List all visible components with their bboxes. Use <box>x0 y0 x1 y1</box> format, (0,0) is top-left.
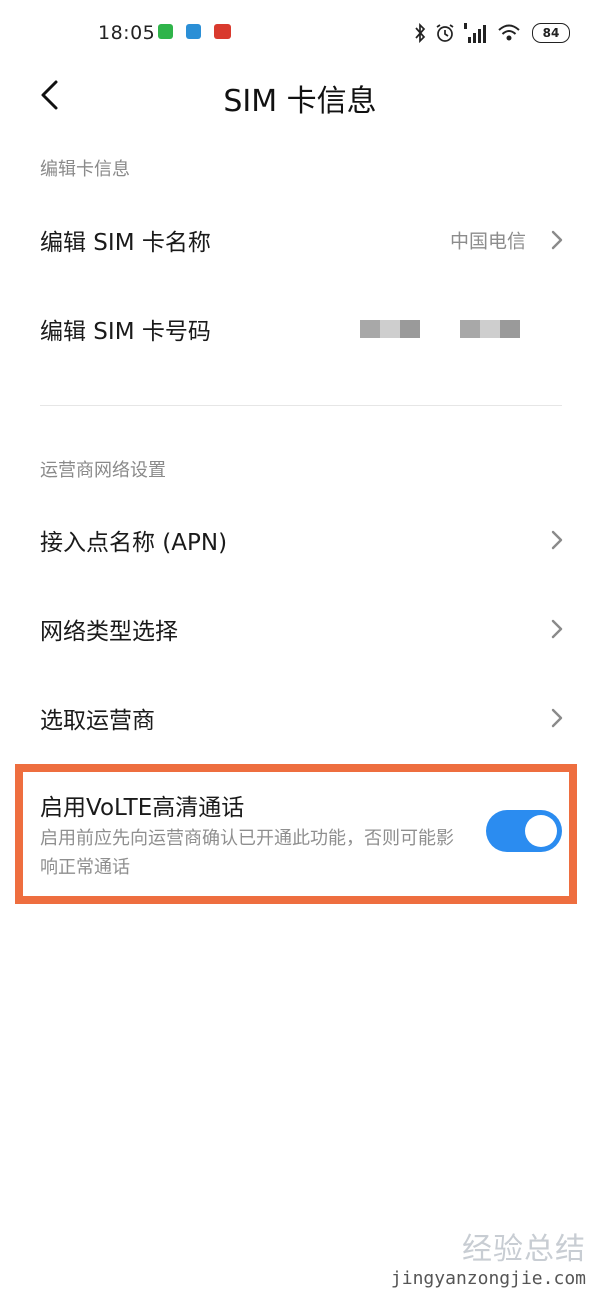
notification-app-icon <box>186 24 201 39</box>
select-operator-label: 选取运营商 <box>40 708 155 734</box>
volte-description: 启用前应先向运营商确认已开通此功能，否则可能影响正常通话 <box>40 828 454 878</box>
network-type-row[interactable]: 网络类型选择 <box>0 585 600 673</box>
section-header-network: 运营商网络设置 <box>40 460 166 481</box>
redacted-number-block <box>460 320 520 338</box>
select-operator-row[interactable]: 选取运营商 <box>0 674 600 762</box>
edit-sim-number-row[interactable]: 编辑 SIM 卡号码 <box>0 285 600 373</box>
edit-sim-name-row[interactable]: 编辑 SIM 卡名称 中国电信 <box>0 196 600 284</box>
apn-label: 接入点名称 (APN) <box>40 530 228 556</box>
signal-icon <box>464 23 486 43</box>
status-icons: 84 <box>414 20 570 46</box>
redacted-number-block <box>360 320 420 338</box>
volte-row[interactable]: 启用VoLTE高清通话 启用前应先向运营商确认已开通此功能，否则可能影响正常通话 <box>0 774 600 884</box>
edit-sim-number-label: 编辑 SIM 卡号码 <box>40 319 211 345</box>
apn-row[interactable]: 接入点名称 (APN) <box>0 496 600 584</box>
watermark-main: 经验总结 <box>462 1232 586 1267</box>
network-type-label: 网络类型选择 <box>40 619 178 645</box>
toggle-knob <box>525 815 557 847</box>
status-bar: 18:05 84 <box>0 0 600 64</box>
chevron-right-icon <box>551 530 563 550</box>
notification-app-icon <box>158 24 173 39</box>
chevron-right-icon <box>551 708 563 728</box>
sim-name-value: 中国电信 <box>449 230 526 253</box>
volte-title: 启用VoLTE高清通话 <box>40 795 245 821</box>
watermark-sub: jingyanzongjie.com <box>390 1268 586 1289</box>
chevron-right-icon <box>551 619 563 639</box>
battery-indicator: 84 <box>532 23 570 43</box>
status-time: 18:05 <box>98 22 156 44</box>
edit-sim-name-label: 编辑 SIM 卡名称 <box>40 230 211 256</box>
alarm-icon <box>436 24 454 42</box>
watermark: 经验总结 jingyanzongjie.com <box>391 1224 586 1289</box>
volte-toggle[interactable] <box>486 810 562 852</box>
wifi-icon <box>498 24 520 41</box>
notification-app-icon <box>214 24 231 39</box>
bluetooth-icon <box>415 23 426 43</box>
section-divider <box>40 405 562 406</box>
section-header-card-info: 编辑卡信息 <box>40 159 130 180</box>
page-title: SIM 卡信息 <box>223 84 377 119</box>
chevron-right-icon <box>551 230 563 250</box>
